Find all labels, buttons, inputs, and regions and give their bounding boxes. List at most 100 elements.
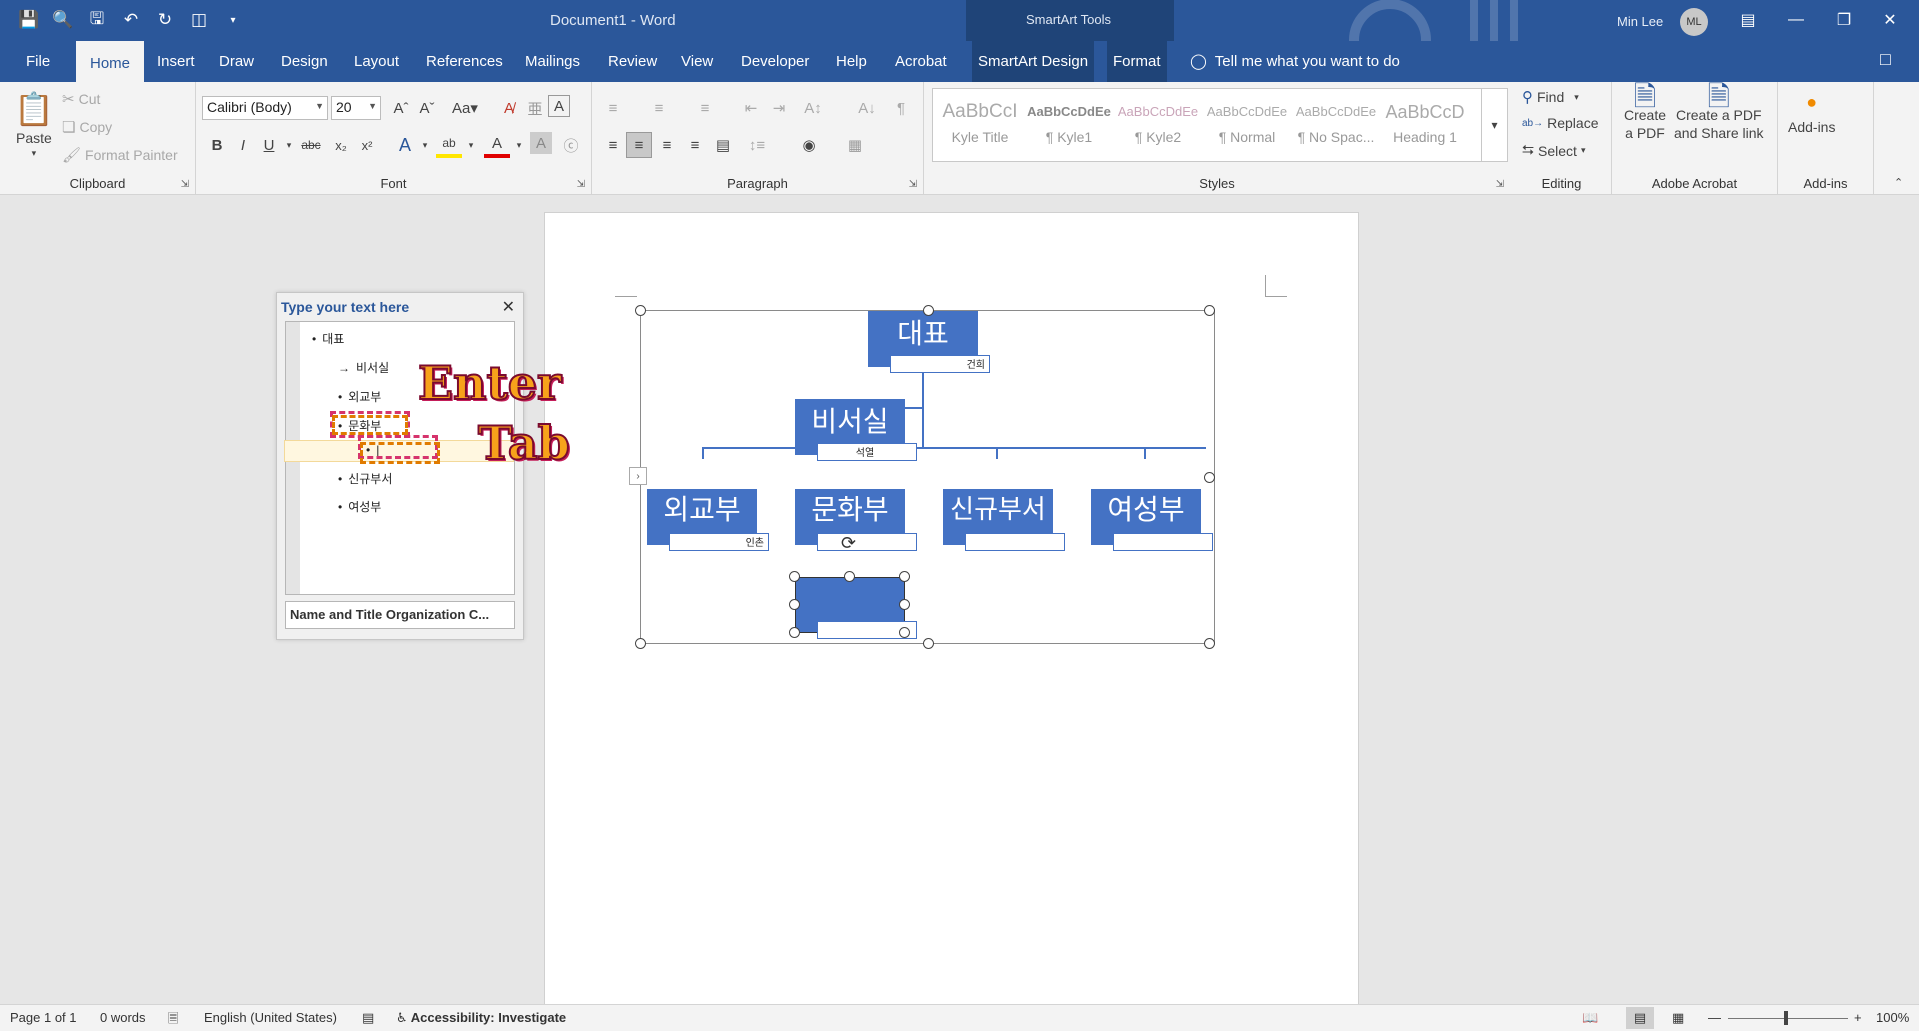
text-direction-icon[interactable]: A↕ [800, 95, 826, 121]
close-icon[interactable]: ✕ [1872, 6, 1908, 34]
sort-icon[interactable]: A↓ [854, 95, 880, 121]
comments-icon[interactable]: □ [1880, 49, 1904, 73]
character-shading-icon[interactable]: A [530, 132, 552, 154]
customize-icon[interactable]: ▾ [222, 6, 244, 34]
subscript-icon[interactable]: x₂ [328, 132, 354, 158]
chevron-down-icon[interactable]: ▾ [506, 132, 532, 158]
dialog-launcher-icon[interactable]: ⇲ [181, 179, 189, 190]
resize-handle[interactable] [899, 599, 910, 610]
frame-resize-handle[interactable] [1204, 305, 1215, 316]
ribbon-display-icon[interactable]: ▤ [1730, 6, 1766, 34]
phonetic-guide-icon[interactable]: 亜 [522, 95, 548, 121]
list-item[interactable]: • 외교부 [338, 388, 381, 405]
font-size-combo[interactable]: 20 ▼ [331, 96, 381, 120]
user-avatar[interactable]: ML [1680, 8, 1708, 36]
list-item[interactable]: • 여성부 [338, 498, 381, 515]
dialog-launcher-icon[interactable]: ⇲ [577, 179, 585, 190]
zoom-slider-thumb[interactable] [1784, 1011, 1788, 1025]
format-painter-button[interactable]: 🖌 Format Painter [62, 146, 178, 164]
decrease-indent-icon[interactable]: ⇤ [738, 95, 764, 121]
italic-icon[interactable]: I [230, 132, 256, 158]
bold-icon[interactable]: B [204, 132, 230, 158]
addins-button[interactable]: ● Add-ins [1788, 92, 1835, 135]
create-pdf-button[interactable]: 🗎 Create a PDF [1624, 83, 1666, 142]
text-pane-layout-name[interactable]: Name and Title Organization C... [285, 601, 515, 629]
collapse-ribbon-icon[interactable]: ⌃ [1894, 176, 1903, 189]
distributed-icon[interactable]: ▤ [710, 132, 736, 158]
resize-handle[interactable] [789, 599, 800, 610]
style-kyle2[interactable]: AaBbCcDdEe ¶ Kyle2 [1115, 97, 1201, 157]
tab-developer[interactable]: Developer [735, 41, 815, 82]
tab-layout[interactable]: Layout [348, 41, 405, 82]
character-border-icon[interactable]: A [548, 95, 570, 117]
org-subtitle-assistant[interactable]: 석열 [817, 443, 917, 461]
strikethrough-icon[interactable]: abc [298, 132, 324, 158]
show-formatting-icon[interactable]: ¶ [888, 95, 914, 121]
zoom-slider-track[interactable] [1728, 1018, 1848, 1019]
org-subtitle-department[interactable] [817, 533, 917, 551]
cut-button[interactable]: ✂ Cut [62, 90, 100, 108]
justify-icon[interactable]: ≡ [682, 132, 708, 158]
org-subtitle-top[interactable]: 건희 [890, 355, 990, 373]
style-kyle-title[interactable]: AaBbCcI Kyle Title [937, 97, 1023, 157]
line-spacing-icon[interactable]: ↕≡ [744, 132, 770, 158]
tab-design[interactable]: Design [275, 41, 334, 82]
predictions-icon[interactable]: ▤ [362, 1010, 374, 1026]
tell-me-search[interactable]: ◯ Tell me what you want to do [1190, 41, 1400, 82]
word-count[interactable]: 0 words [100, 1010, 146, 1025]
frame-resize-handle[interactable] [923, 638, 934, 649]
numbering-icon[interactable]: ≡ [646, 95, 672, 121]
save-as-icon[interactable]: 🖫 [86, 6, 108, 34]
increase-indent-icon[interactable]: ⇥ [766, 95, 792, 121]
style-normal[interactable]: AaBbCcDdEe ¶ Normal [1204, 97, 1290, 157]
org-subtitle-department[interactable] [965, 533, 1065, 551]
expand-text-pane-icon[interactable]: › [629, 467, 647, 485]
tab-mailings[interactable]: Mailings [519, 41, 586, 82]
styles-more-icon[interactable]: ▾ [1482, 88, 1508, 162]
tab-smartart-design[interactable]: SmartArt Design [972, 41, 1095, 82]
tab-help[interactable]: Help [830, 41, 873, 82]
replace-button[interactable]: ab→ Replace [1522, 115, 1599, 131]
tab-draw[interactable]: Draw [213, 41, 260, 82]
list-item[interactable]: • 신규부서 [338, 470, 392, 487]
proofing-icon[interactable]: 🗏 [168, 1010, 178, 1031]
resize-handle[interactable] [789, 571, 800, 582]
align-center-icon[interactable]: ≡ [626, 132, 652, 158]
style-kyle1[interactable]: AaBbCcDdEe ¶ Kyle1 [1026, 97, 1112, 157]
tab-review[interactable]: Review [602, 41, 663, 82]
redo-icon[interactable]: ↻ [154, 6, 176, 34]
font-name-combo[interactable]: Calibri (Body) ▼ [202, 96, 328, 120]
create-pdf-share-button[interactable]: 🗎 Create a PDF and Share link [1674, 83, 1764, 142]
resize-handle[interactable] [899, 571, 910, 582]
tab-acrobat[interactable]: Acrobat [889, 41, 953, 82]
shading-icon[interactable]: ◉ [796, 132, 822, 158]
language[interactable]: English (United States) [204, 1010, 337, 1025]
restore-icon[interactable]: ❐ [1826, 6, 1862, 34]
zoom-level[interactable]: 100% [1876, 1010, 1909, 1025]
borders-icon[interactable]: ▦ [842, 132, 868, 158]
read-mode-icon[interactable]: 📖 [1582, 1010, 1598, 1026]
layout-icon[interactable]: ◫ [188, 6, 210, 34]
list-item[interactable]: • 대표 [312, 330, 344, 347]
minimize-icon[interactable]: — [1778, 6, 1814, 34]
user-name[interactable]: Min Lee [1617, 14, 1663, 29]
align-left-icon[interactable]: ≡ [600, 132, 626, 158]
superscript-icon[interactable]: x² [354, 132, 380, 158]
chevron-down-icon[interactable]: ▾ [458, 132, 484, 158]
resize-handle[interactable] [789, 627, 800, 638]
rotate-handle-icon[interactable]: ⟳ [841, 533, 856, 554]
copy-button[interactable]: ❏ Copy [62, 118, 112, 136]
save-icon[interactable]: 💾 [18, 6, 40, 34]
multilevel-list-icon[interactable]: ≡ [692, 95, 718, 121]
org-subtitle-department[interactable] [1113, 533, 1213, 551]
zoom-in-icon[interactable]: + [1854, 1010, 1862, 1025]
clear-formatting-icon[interactable]: A̸ [496, 95, 522, 121]
resize-handle[interactable] [844, 571, 855, 582]
org-subtitle-department[interactable]: 인촌 [669, 533, 769, 551]
print-preview-icon[interactable]: 🔍 [52, 6, 74, 34]
paste-button[interactable]: 📋 Paste ▾ [14, 90, 54, 159]
tab-view[interactable]: View [675, 41, 719, 82]
accessibility-status[interactable]: ♿ Accessibility: Investigate [396, 1010, 566, 1026]
frame-resize-handle[interactable] [923, 305, 934, 316]
frame-resize-handle[interactable] [635, 638, 646, 649]
